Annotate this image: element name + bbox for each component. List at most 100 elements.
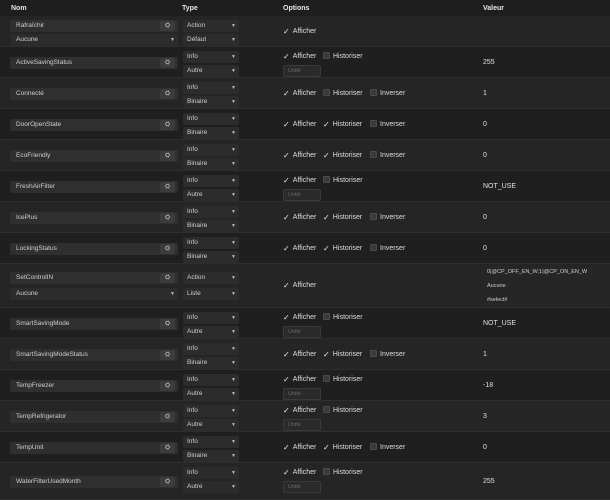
unit-input[interactable]: Unité xyxy=(283,481,321,493)
historiser-checkbox[interactable]: Historiser xyxy=(323,375,363,385)
unit-input[interactable]: Unité xyxy=(283,388,321,400)
subtype-select[interactable]: Binaire ▼ xyxy=(183,450,239,462)
afficher-checkbox[interactable]: ✓ Afficher xyxy=(283,27,316,37)
command-config-button[interactable]: ⛭ xyxy=(160,89,175,99)
subtype-select[interactable]: Binaire ▼ xyxy=(183,251,239,263)
subtype-select[interactable]: Autre ▼ xyxy=(183,65,239,77)
type-select[interactable]: Info ▼ xyxy=(183,51,239,63)
command-name-input[interactable]: SmartSavingModeStatus xyxy=(10,349,178,361)
command-config-button[interactable]: ⛭ xyxy=(160,182,175,192)
inverser-checkbox[interactable]: Inverser xyxy=(370,151,405,161)
historiser-checkbox[interactable]: ✓ Historiser xyxy=(323,244,362,254)
type-select[interactable]: Info ▼ xyxy=(183,405,239,417)
command-name-input[interactable]: Connecté xyxy=(10,88,178,100)
subtype-select[interactable]: Défaut ▼ xyxy=(183,34,239,46)
subtype-select[interactable]: Binaire ▼ xyxy=(183,158,239,170)
command-name-input[interactable]: WaterFilterUsedMonth xyxy=(10,476,178,488)
command-name-input[interactable]: ActiveSavingStatus xyxy=(10,57,178,69)
command-name-input[interactable]: SetControlIN xyxy=(10,272,178,284)
inverser-checkbox[interactable]: Inverser xyxy=(370,89,405,99)
type-select[interactable]: Info ▼ xyxy=(183,82,239,94)
type-select[interactable]: Info ▼ xyxy=(183,436,239,448)
type-select[interactable]: Info ▼ xyxy=(183,144,239,156)
historiser-checkbox[interactable]: Historiser xyxy=(323,52,363,62)
type-select[interactable]: Info ▼ xyxy=(183,206,239,218)
command-config-button[interactable]: ⛭ xyxy=(160,244,175,254)
type-select[interactable]: Info ▼ xyxy=(183,343,239,355)
unit-input[interactable]: Unité xyxy=(283,326,321,338)
command-name-input[interactable]: FreshAirFilter xyxy=(10,181,178,193)
historiser-checkbox[interactable]: Historiser xyxy=(323,176,363,186)
afficher-checkbox[interactable]: ✓ Afficher xyxy=(283,281,316,291)
type-select[interactable]: Action ▼ xyxy=(183,20,239,32)
command-config-button[interactable]: ⛭ xyxy=(160,443,175,453)
type-select[interactable]: Info ▼ xyxy=(183,312,239,324)
command-name-input[interactable]: SmartSavingMode xyxy=(10,318,178,330)
afficher-checkbox[interactable]: ✓ Afficher xyxy=(283,313,316,323)
type-select[interactable]: Info ▼ xyxy=(183,175,239,187)
type-select[interactable]: Action ▼ xyxy=(183,272,239,284)
historiser-checkbox[interactable]: Historiser xyxy=(323,313,363,323)
afficher-checkbox[interactable]: ✓ Afficher xyxy=(283,406,316,416)
afficher-checkbox[interactable]: ✓ Afficher xyxy=(283,176,316,186)
historiser-checkbox[interactable]: ✓ Historiser xyxy=(323,151,362,161)
inverser-checkbox[interactable]: Inverser xyxy=(370,244,405,254)
subtype-select[interactable]: Autre ▼ xyxy=(183,189,239,201)
command-config-button[interactable]: ⛭ xyxy=(160,213,175,223)
afficher-checkbox[interactable]: ✓ Afficher xyxy=(283,151,316,161)
historiser-checkbox[interactable]: ✓ Historiser xyxy=(323,350,362,360)
type-select[interactable]: Info ▼ xyxy=(183,374,239,386)
subtype-select[interactable]: Binaire ▼ xyxy=(183,96,239,108)
inverser-checkbox[interactable]: Inverser xyxy=(370,120,405,130)
subtype-select[interactable]: Binaire ▼ xyxy=(183,127,239,139)
command-name-input[interactable]: EcoFriendly xyxy=(10,150,178,162)
historiser-checkbox[interactable]: Historiser xyxy=(323,468,363,478)
command-config-button[interactable]: ⛭ xyxy=(160,319,175,329)
inverser-checkbox[interactable]: Inverser xyxy=(370,443,405,453)
command-name-input[interactable]: TempFreezer xyxy=(10,380,178,392)
unit-input[interactable]: Unité xyxy=(283,189,321,201)
command-name-input[interactable]: DoorOpenState xyxy=(10,119,178,131)
subtype-select[interactable]: Liste ▼ xyxy=(183,288,239,300)
subtype-select[interactable]: Binaire ▼ xyxy=(183,220,239,232)
afficher-checkbox[interactable]: ✓ Afficher xyxy=(283,120,316,130)
command-name-input[interactable]: TempRefrigerator xyxy=(10,411,178,423)
afficher-checkbox[interactable]: ✓ Afficher xyxy=(283,52,316,62)
command-config-button[interactable]: ⛭ xyxy=(160,412,175,422)
subtype-select[interactable]: Autre ▼ xyxy=(183,419,239,431)
type-select[interactable]: Info ▼ xyxy=(183,113,239,125)
command-config-button[interactable]: ⛭ xyxy=(160,58,175,68)
subtype-select[interactable]: Autre ▼ xyxy=(183,388,239,400)
afficher-checkbox[interactable]: ✓ Afficher xyxy=(283,375,316,385)
afficher-checkbox[interactable]: ✓ Afficher xyxy=(283,443,316,453)
historiser-checkbox[interactable]: ✓ Historiser xyxy=(323,213,362,223)
subtype-select[interactable]: Autre ▼ xyxy=(183,481,239,493)
afficher-checkbox[interactable]: ✓ Afficher xyxy=(283,89,316,99)
unit-input[interactable]: Unité xyxy=(283,65,321,77)
type-select[interactable]: Info ▼ xyxy=(183,237,239,249)
afficher-checkbox[interactable]: ✓ Afficher xyxy=(283,213,316,223)
command-name-input[interactable]: TempUnit xyxy=(10,442,178,454)
type-select[interactable]: Info ▼ xyxy=(183,467,239,479)
inverser-checkbox[interactable]: Inverser xyxy=(370,350,405,360)
command-config-button[interactable]: ⛭ xyxy=(160,120,175,130)
command-sub-select[interactable]: Aucune ▼ xyxy=(10,34,178,46)
afficher-checkbox[interactable]: ✓ Afficher xyxy=(283,468,316,478)
historiser-checkbox[interactable]: ✓ Historiser xyxy=(323,443,362,453)
unit-input[interactable]: Unité xyxy=(283,419,321,431)
afficher-checkbox[interactable]: ✓ Afficher xyxy=(283,244,316,254)
command-config-button[interactable]: ⛭ xyxy=(160,477,175,487)
historiser-checkbox[interactable]: Historiser xyxy=(323,89,363,99)
command-name-input[interactable]: IcePlus xyxy=(10,212,178,224)
command-config-button[interactable]: ⛭ xyxy=(160,273,175,283)
command-config-button[interactable]: ⛭ xyxy=(160,21,175,31)
afficher-checkbox[interactable]: ✓ Afficher xyxy=(283,350,316,360)
command-config-button[interactable]: ⛭ xyxy=(160,350,175,360)
subtype-select[interactable]: Autre ▼ xyxy=(183,326,239,338)
historiser-checkbox[interactable]: Historiser xyxy=(323,406,363,416)
subtype-select[interactable]: Binaire ▼ xyxy=(183,357,239,369)
command-config-button[interactable]: ⛭ xyxy=(160,151,175,161)
inverser-checkbox[interactable]: Inverser xyxy=(370,213,405,223)
command-name-input[interactable]: LockingStatus xyxy=(10,243,178,255)
command-config-button[interactable]: ⛭ xyxy=(160,381,175,391)
